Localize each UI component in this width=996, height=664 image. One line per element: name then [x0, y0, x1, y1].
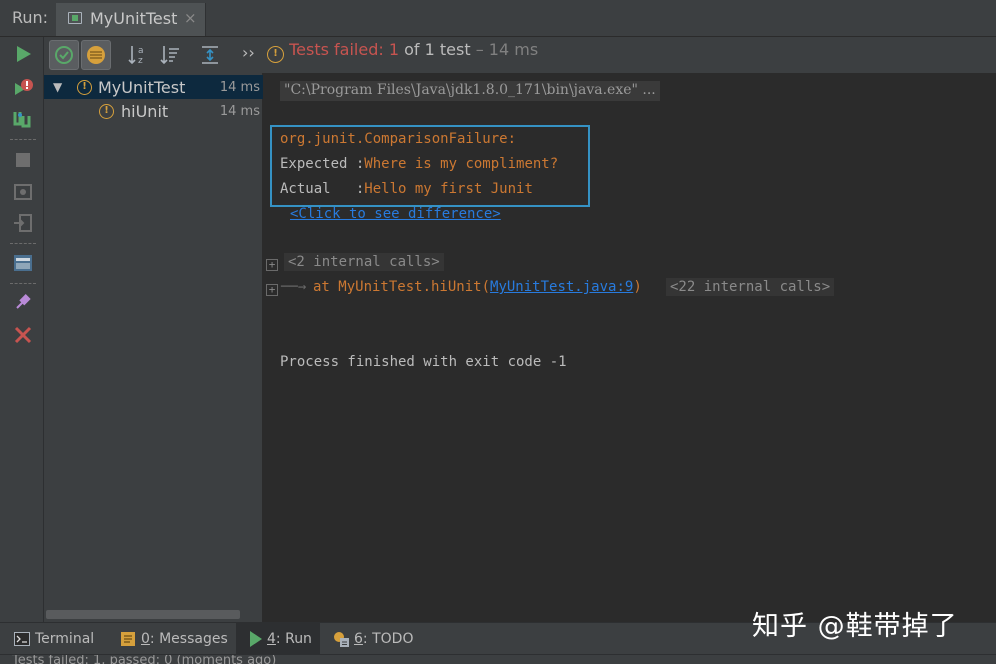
svg-text:z: z: [138, 56, 143, 66]
status-duration: – 14 ms: [470, 40, 539, 59]
svg-text:a: a: [138, 46, 144, 56]
tab-label: Terminal: [35, 631, 95, 647]
sort-alphabetically-icon[interactable]: az: [126, 43, 150, 67]
rerun-icon[interactable]: [12, 43, 34, 65]
more-actions-icon[interactable]: ››: [242, 43, 255, 62]
toggle-auto-test-icon[interactable]: [12, 108, 34, 130]
chevron-down-icon[interactable]: ▼: [53, 80, 62, 94]
show-passed-button[interactable]: [49, 40, 79, 70]
internal-calls-fold[interactable]: <2 internal calls>: [284, 253, 444, 271]
stop-icon[interactable]: [12, 149, 34, 171]
tab-number: 6: [354, 631, 363, 647]
tree-node-label: hiUnit: [121, 102, 169, 121]
dump-threads-icon[interactable]: [12, 181, 34, 203]
actual-value: Hello my first Junit: [364, 181, 533, 197]
tab-messages[interactable]: 0: Messages: [112, 623, 230, 655]
tab-label: : TODO: [362, 631, 414, 647]
status-bar: Tests failed: 1, passed: 0 (moments ago): [0, 654, 996, 664]
run-tool-window-header: Run: MyUnitTest ×: [0, 0, 996, 37]
tree-scrollbar[interactable]: [46, 610, 240, 619]
terminal-icon: [14, 632, 30, 646]
tab-todo[interactable]: 6: TODO: [326, 623, 416, 655]
failure-class: org.junit.ComparisonFailure:: [280, 131, 517, 147]
warning-icon: !: [99, 104, 114, 119]
todo-icon: [334, 632, 349, 647]
run-icon: [250, 631, 262, 647]
expand-fold-icon[interactable]: +: [266, 284, 278, 296]
ignored-icon: [87, 46, 105, 64]
expected-line: Expected :Where is my compliment?: [280, 156, 558, 172]
tab-myunittest[interactable]: MyUnitTest ×: [56, 3, 206, 36]
stack-close-paren: ): [633, 279, 642, 295]
test-status-line: ! Tests failed: 1 of 1 test – 14 ms: [267, 40, 539, 63]
tree-node-hiunit[interactable]: ! hiUnit 14 ms: [44, 99, 263, 123]
run-config-icon: [68, 12, 82, 24]
run-label: Run:: [12, 8, 49, 27]
indent-arrow-icon: ──→: [281, 279, 307, 295]
actual-line: Actual :Hello my first Junit: [280, 181, 533, 197]
tab-title: MyUnitTest: [90, 9, 178, 28]
left-toolbar: [0, 37, 44, 622]
expand-all-icon[interactable]: [198, 43, 222, 67]
status-failed-count: 1: [388, 40, 400, 59]
process-finished-line: Process finished with exit code -1: [280, 354, 567, 370]
command-line: "C:\Program Files\Java\jdk1.8.0_171\bin\…: [280, 81, 660, 101]
toolbar-separator: [10, 283, 36, 284]
tab-run[interactable]: 4: Run: [236, 623, 320, 655]
expected-value: Where is my compliment?: [364, 156, 559, 172]
exit-icon[interactable]: [12, 212, 34, 234]
stack-at-text: at MyUnitTest.hiUnit(: [313, 279, 491, 295]
tree-node-myunittest[interactable]: ▼ ! MyUnitTest 14 ms: [44, 75, 263, 99]
rerun-failed-icon[interactable]: [12, 77, 34, 99]
layout-icon[interactable]: [12, 252, 34, 274]
stack-trace-line: at MyUnitTest.hiUnit(MyUnitTest.java:9): [313, 279, 642, 295]
console-output[interactable]: "C:\Program Files\Java\jdk1.8.0_171\bin\…: [264, 73, 996, 622]
expand-fold-icon[interactable]: +: [266, 259, 278, 271]
close-icon[interactable]: [12, 324, 34, 346]
internal-calls-fold[interactable]: <22 internal calls>: [666, 278, 835, 296]
watermark: 知乎 @鞋带掉了: [752, 611, 958, 642]
tree-node-time: 14 ms: [219, 80, 260, 95]
messages-icon: [121, 632, 135, 646]
tree-node-time: 14 ms: [219, 104, 260, 119]
warning-icon: !: [267, 46, 284, 63]
tab-number: 0: [141, 631, 150, 647]
test-tree: ▼ ! MyUnitTest 14 ms ! hiUnit 14 ms: [44, 73, 263, 622]
status-bar-text: Tests failed: 1, passed: 0 (moments ago): [12, 654, 277, 664]
warning-icon: !: [77, 80, 92, 95]
sort-by-duration-icon[interactable]: [158, 43, 182, 67]
toolbar-separator: [10, 139, 36, 140]
tab-number: 4: [267, 631, 276, 647]
expected-label: Expected :: [280, 156, 365, 172]
status-of-text: of 1 test: [399, 40, 471, 59]
tab-terminal[interactable]: Terminal: [8, 623, 108, 655]
check-icon: [55, 46, 73, 64]
pin-icon[interactable]: [12, 291, 34, 313]
status-failed-text: Tests failed:: [289, 40, 389, 59]
source-link[interactable]: MyUnitTest.java:9: [490, 279, 633, 295]
toolbar-separator: [10, 243, 36, 244]
click-to-see-difference-link[interactable]: <Click to see difference>: [290, 206, 501, 222]
show-ignored-button[interactable]: [81, 40, 111, 70]
tree-node-label: MyUnitTest: [98, 78, 186, 97]
close-icon[interactable]: ×: [184, 9, 197, 27]
actual-label: Actual :: [280, 181, 365, 197]
tab-label: : Run: [275, 631, 312, 647]
tab-label: : Messages: [149, 631, 228, 647]
